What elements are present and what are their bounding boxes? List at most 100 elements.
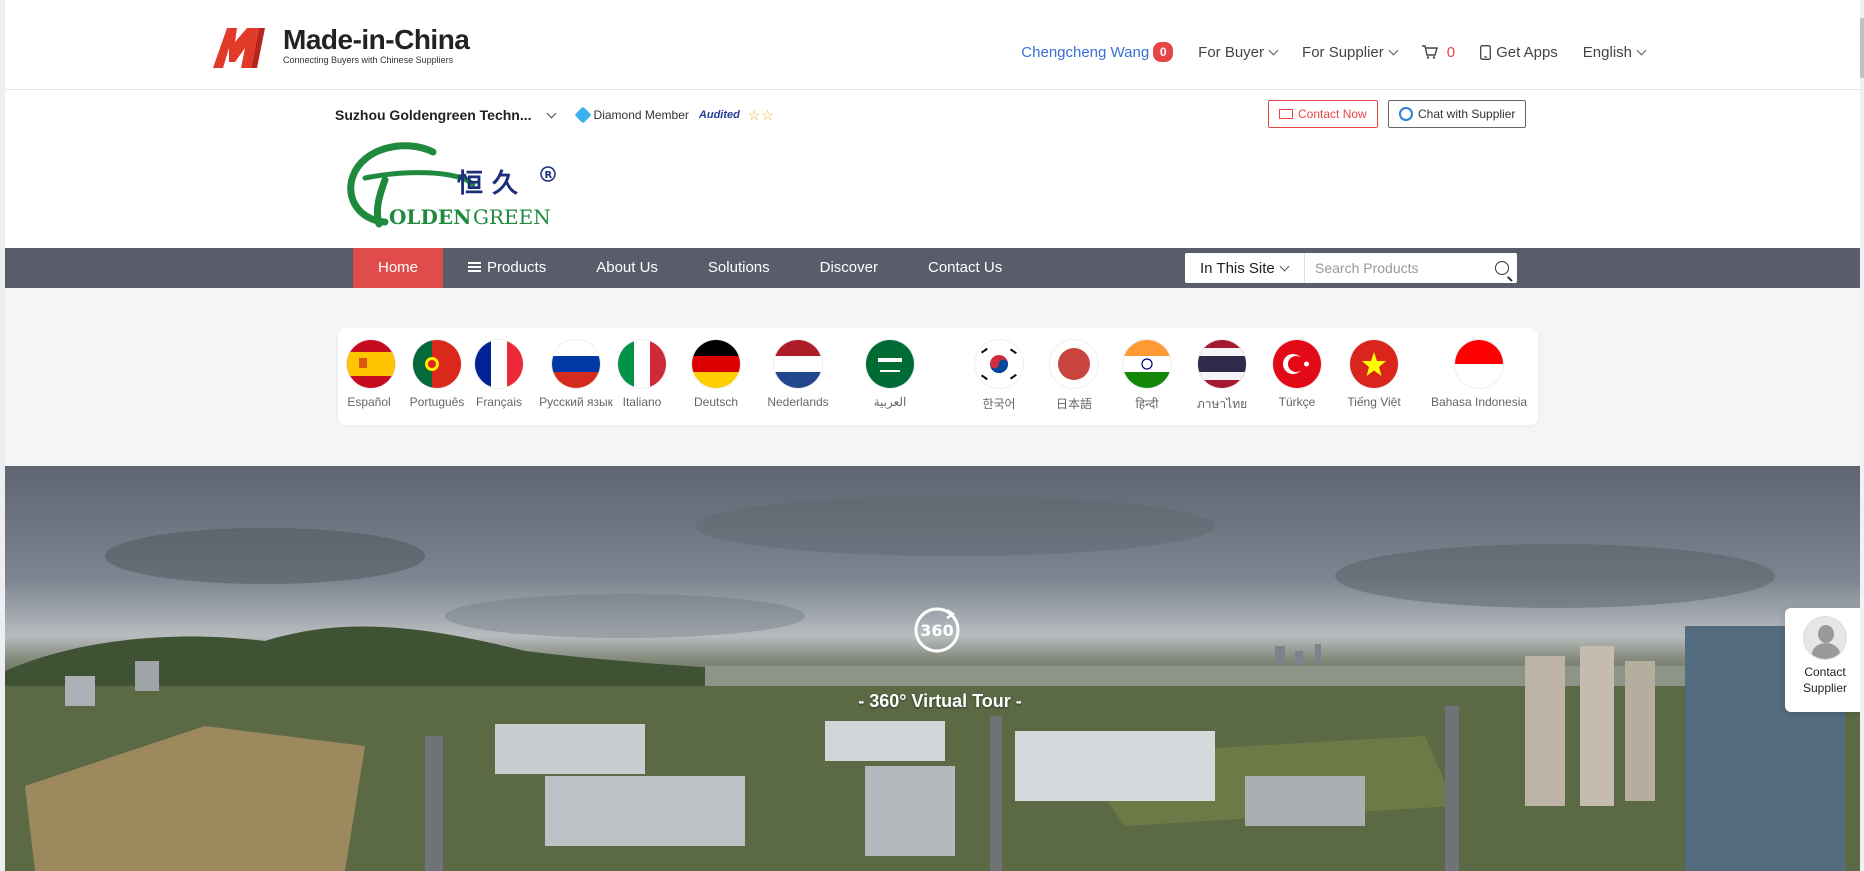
virtual-tour-label[interactable]: - 360° Virtual Tour - [855,691,1025,712]
for-supplier-label: For Supplier [1302,43,1384,61]
main-nav: Home Products About Us Solutions Discove… [5,248,1864,288]
lang-label: Deutsch [693,395,739,409]
nav-home[interactable]: Home [353,248,444,288]
for-supplier-menu[interactable]: For Supplier [1302,43,1399,61]
chat-label: Chat with Supplier [1418,107,1516,121]
rating-stars: ☆☆ [747,106,775,123]
language-area: Español Português Français Русский язык … [5,288,1864,466]
logo-cn-text: 恒 久 [457,169,518,199]
indonesia-flag-icon [1455,340,1503,388]
made-in-china-logo[interactable]: Made-in-China Connecting Buyers with Chi… [213,22,470,68]
nav-discover[interactable]: Discover [795,248,903,288]
lang-spanish[interactable]: Español [347,340,395,409]
goldengreen-logo-icon: 恒 久 R OLDEN GREEN [347,142,556,229]
diamond-icon [574,106,592,124]
cart-link[interactable]: 0 [1421,44,1455,61]
nav-solutions[interactable]: Solutions [683,248,795,288]
user-menu[interactable]: Chengcheng Wang 0 [1021,42,1174,62]
spain-flag-icon [347,340,395,388]
svg-text:R: R [545,170,553,181]
company-name[interactable]: Suzhou Goldengreen Techn... [335,107,532,123]
audited-badge[interactable]: Audited [699,109,740,121]
lang-turkish[interactable]: Türkçe [1273,340,1321,409]
chevron-down-icon [1388,45,1399,55]
diamond-member-badge[interactable]: Diamond Member [574,106,689,124]
lang-russian[interactable]: Русский язык [535,340,617,409]
for-buyer-menu[interactable]: For Buyer [1198,43,1279,61]
cart-icon [1421,45,1438,59]
logo-en-text-a: OLDEN [389,205,471,229]
panorama-image [5,496,1864,871]
brand-tagline: Connecting Buyers with Chinese Suppliers [283,54,454,65]
lang-german[interactable]: Deutsch [690,340,742,409]
membership-label: Diamond Member [593,108,689,122]
chat-with-supplier-button[interactable]: Chat with Supplier [1388,100,1527,128]
avatar [1803,616,1847,660]
lang-label: ภาษาไทย [1196,397,1248,411]
contact-now-button[interactable]: Contact Now [1268,100,1378,128]
lang-label: العربية [873,395,907,409]
nav-products[interactable]: Products [443,248,571,288]
lang-indonesian[interactable]: Bahasa Indonesia [1429,340,1529,409]
lang-label: Русский язык [539,395,613,409]
lang-label: Nederlands [767,395,829,409]
supplier-bar: Suzhou Goldengreen Techn... Diamond Memb… [335,100,1535,130]
contact-supplier-line1: Contact [1804,665,1846,679]
lang-thai[interactable]: ภาษาไทย [1195,340,1249,414]
lang-dutch[interactable]: Nederlands [764,340,832,409]
lang-label: Tiếng Việt [1347,395,1401,409]
saudi-flag-icon [866,340,914,388]
search-box: In This Site [1185,253,1517,283]
mic-logo-icon [213,28,265,68]
language-menu[interactable]: English [1583,44,1647,61]
search-scope-label: In This Site [1200,259,1275,277]
chevron-down-icon[interactable] [546,108,556,118]
top-header: Made-in-China Connecting Buyers with Chi… [5,0,1864,90]
language-selector: Español Português Français Русский язык … [338,328,1538,425]
germany-flag-icon [692,340,740,388]
lang-french[interactable]: Français [475,340,523,409]
lang-arabic[interactable]: العربية [866,340,914,409]
chevron-down-icon [1279,261,1290,271]
portugal-flag-icon [413,340,461,388]
nav-about-us[interactable]: About Us [571,248,683,288]
list-icon [468,262,482,273]
vietnam-flag-icon [1350,340,1398,388]
lang-label: Français [475,395,522,409]
company-logo[interactable]: 恒 久 R OLDEN GREEN [345,140,560,232]
lang-label: Türkçe [1278,395,1316,409]
scrollbar[interactable] [1860,0,1864,871]
lang-label: Español [347,395,391,409]
logo-en-text-b: GREEN [473,205,551,229]
nav-contact-us[interactable]: Contact Us [903,248,1027,288]
scrollbar-thumb[interactable] [1860,18,1864,78]
lang-label: Italiano [622,395,662,409]
lang-label: 한국어 [982,397,1016,411]
turkey-flag-icon [1273,340,1321,388]
lang-korean[interactable]: 한국어 [975,340,1023,412]
chat-icon [1399,107,1413,121]
lang-portuguese[interactable]: Português [409,340,465,409]
get-apps-label: Get Apps [1496,43,1558,61]
india-flag-icon [1123,340,1171,388]
contact-supplier-widget[interactable]: Contact Supplier [1785,608,1864,712]
lang-vietnamese[interactable]: Tiếng Việt [1342,340,1406,409]
search-scope-select[interactable]: In This Site [1185,253,1305,283]
user-name[interactable]: Chengcheng Wang [1021,44,1149,61]
lang-japanese[interactable]: 日本語 [1050,340,1098,412]
search-icon[interactable] [1495,261,1509,275]
lang-label: Português [409,395,465,409]
lang-hindi[interactable]: हिन्दी [1123,340,1171,412]
get-apps-link[interactable]: Get Apps [1480,44,1558,61]
top-nav: Chengcheng Wang 0 For Buyer For Supplier… [996,42,1647,62]
message-count-badge[interactable]: 0 [1153,42,1174,62]
360-icon[interactable]: 360 [913,606,961,659]
virtual-tour-banner[interactable]: 360 - 360° Virtual Tour - [5,466,1864,871]
lang-italian[interactable]: Italiano [618,340,666,409]
svg-text:360: 360 [920,621,953,640]
search-input[interactable] [1305,254,1485,282]
chevron-down-icon [1636,45,1647,55]
nav-products-label: Products [487,259,547,276]
lang-label: Bahasa Indonesia [1430,395,1528,409]
for-buyer-label: For Buyer [1198,43,1265,61]
